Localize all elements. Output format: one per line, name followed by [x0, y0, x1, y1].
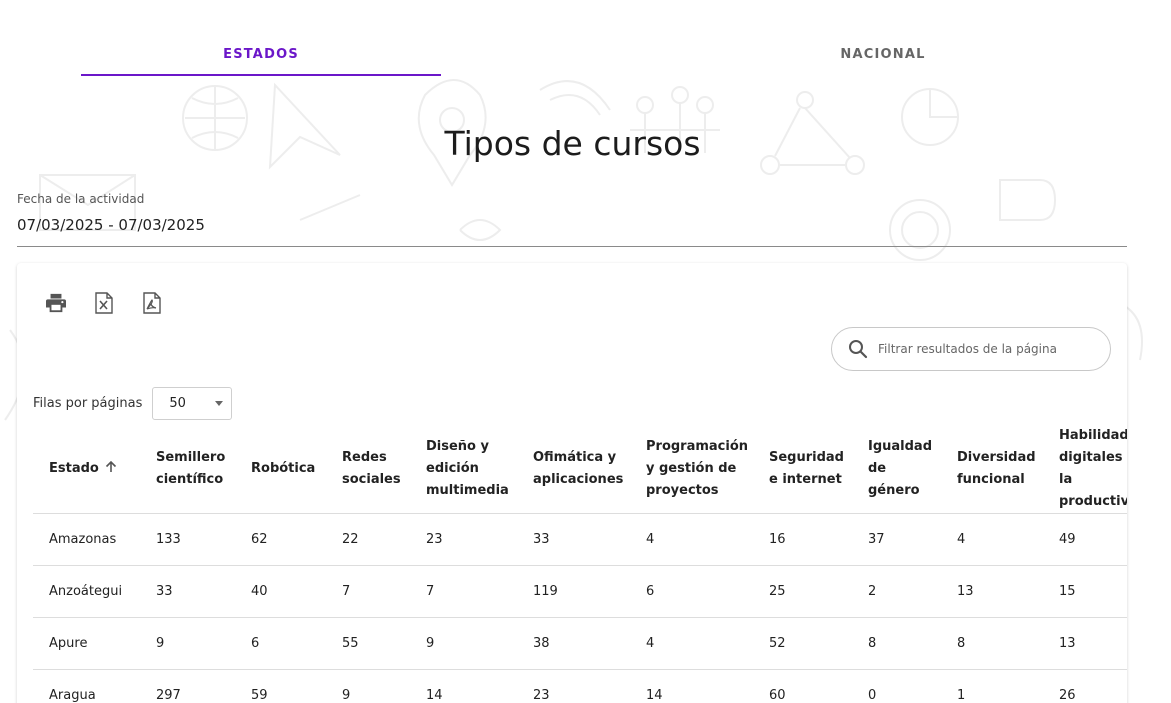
table-cell: 59	[235, 669, 326, 703]
table-cell: 38	[517, 617, 630, 670]
table-cell: 15	[1043, 565, 1127, 618]
table-cell: 133	[140, 513, 235, 566]
search-icon	[849, 340, 868, 359]
sort-ascending-icon[interactable]	[105, 460, 117, 473]
column-header[interactable]: Igualdad de género	[852, 425, 941, 514]
column-header[interactable]: Semillero científico	[140, 425, 235, 514]
date-range-value[interactable]: 07/03/2025 - 07/03/2025	[17, 216, 1127, 234]
column-header[interactable]: Diseño y edición multimedia	[410, 425, 517, 514]
rows-per-page-value: 50	[169, 396, 186, 411]
table-cell: 8	[852, 617, 941, 670]
table-cell: 1	[941, 669, 1043, 703]
rows-per-page-label: Filas por páginas	[33, 396, 143, 411]
table-search[interactable]	[831, 327, 1111, 371]
table-cell: 6	[630, 565, 753, 618]
table-cell: 49	[1043, 513, 1127, 566]
export-toolbar	[45, 291, 163, 315]
column-header[interactable]: Diversidad funcional	[941, 425, 1043, 514]
column-header[interactable]: Ofimática y aplicaciones	[517, 425, 630, 514]
table-cell: 7	[326, 565, 410, 618]
tab-nacional[interactable]: NACIONAL	[703, 32, 1063, 76]
column-header-estado[interactable]: Estado	[33, 425, 140, 514]
view-tabs: ESTADOS NACIONAL	[81, 32, 1085, 78]
table-cell: 4	[630, 513, 753, 566]
table-cell: 297	[140, 669, 235, 703]
table-cell: 4	[630, 617, 753, 670]
table-cell: 8	[941, 617, 1043, 670]
table-cell: 6	[235, 617, 326, 670]
table-cell: 55	[326, 617, 410, 670]
table-cell: 0	[852, 669, 941, 703]
table-cell: 7	[410, 565, 517, 618]
table-cell: 26	[1043, 669, 1127, 703]
table-row: Aragua 297 59 9 14 23 14 60 0 1 26	[33, 669, 1127, 703]
column-header[interactable]: Seguridad e internet	[753, 425, 852, 514]
table-cell: 9	[326, 669, 410, 703]
table-cell: 60	[753, 669, 852, 703]
table-cell: 52	[753, 617, 852, 670]
date-range-label: Fecha de la actividad	[17, 192, 145, 206]
table-cell: 13	[941, 565, 1043, 618]
table-cell: Aragua	[33, 669, 140, 703]
rows-per-page-select[interactable]: 50	[152, 387, 233, 420]
table-cell: 23	[517, 669, 630, 703]
chevron-down-icon	[215, 401, 224, 406]
table-row: Amazonas 133 62 22 23 33 4 16 37 4 49	[33, 513, 1127, 566]
table-cell: Apure	[33, 617, 140, 670]
print-icon[interactable]	[45, 291, 67, 315]
table-cell: 14	[630, 669, 753, 703]
table-cell: 13	[1043, 617, 1127, 670]
table-cell: 33	[517, 513, 630, 566]
page-title: Tipos de cursos	[444, 124, 701, 163]
data-table-card: Filas por páginas 50 Estado Semillero ci…	[17, 263, 1127, 703]
search-input[interactable]	[878, 342, 1098, 356]
table-cell: 4	[941, 513, 1043, 566]
courses-table: Estado Semillero científico Robótica Red…	[33, 425, 1127, 703]
table-cell: 9	[410, 617, 517, 670]
table-cell: 40	[235, 565, 326, 618]
pdf-export-icon[interactable]	[141, 291, 163, 315]
tab-estados[interactable]: ESTADOS	[81, 32, 441, 76]
rows-per-page: Filas por páginas 50	[33, 387, 233, 420]
table-row: Apure 9 6 55 9 38 4 52 8 8 13	[33, 617, 1127, 670]
table-cell: 2	[852, 565, 941, 618]
table-header-row: Estado Semillero científico Robótica Red…	[33, 425, 1127, 514]
table-cell: 62	[235, 513, 326, 566]
table-cell: 9	[140, 617, 235, 670]
column-header[interactable]: Programación y gestión de proyectos	[630, 425, 753, 514]
column-header[interactable]: Habilidades digitales para la productivi…	[1043, 425, 1127, 514]
table-cell: 22	[326, 513, 410, 566]
table-cell: 33	[140, 565, 235, 618]
date-range-field[interactable]: Fecha de la actividad 07/03/2025 - 07/03…	[17, 192, 1127, 247]
table-cell: 16	[753, 513, 852, 566]
table-cell: 14	[410, 669, 517, 703]
table-cell: 119	[517, 565, 630, 618]
table-cell: 37	[852, 513, 941, 566]
table-cell: 23	[410, 513, 517, 566]
table-cell: Anzoátegui	[33, 565, 140, 618]
active-tab-indicator	[81, 74, 441, 76]
table-row: Anzoátegui 33 40 7 7 119 6 25 2 13 15	[33, 565, 1127, 618]
table-cell: Amazonas	[33, 513, 140, 566]
excel-export-icon[interactable]	[93, 291, 115, 315]
column-header[interactable]: Robótica	[235, 425, 326, 514]
table-cell: 25	[753, 565, 852, 618]
column-header[interactable]: Redes sociales	[326, 425, 410, 514]
